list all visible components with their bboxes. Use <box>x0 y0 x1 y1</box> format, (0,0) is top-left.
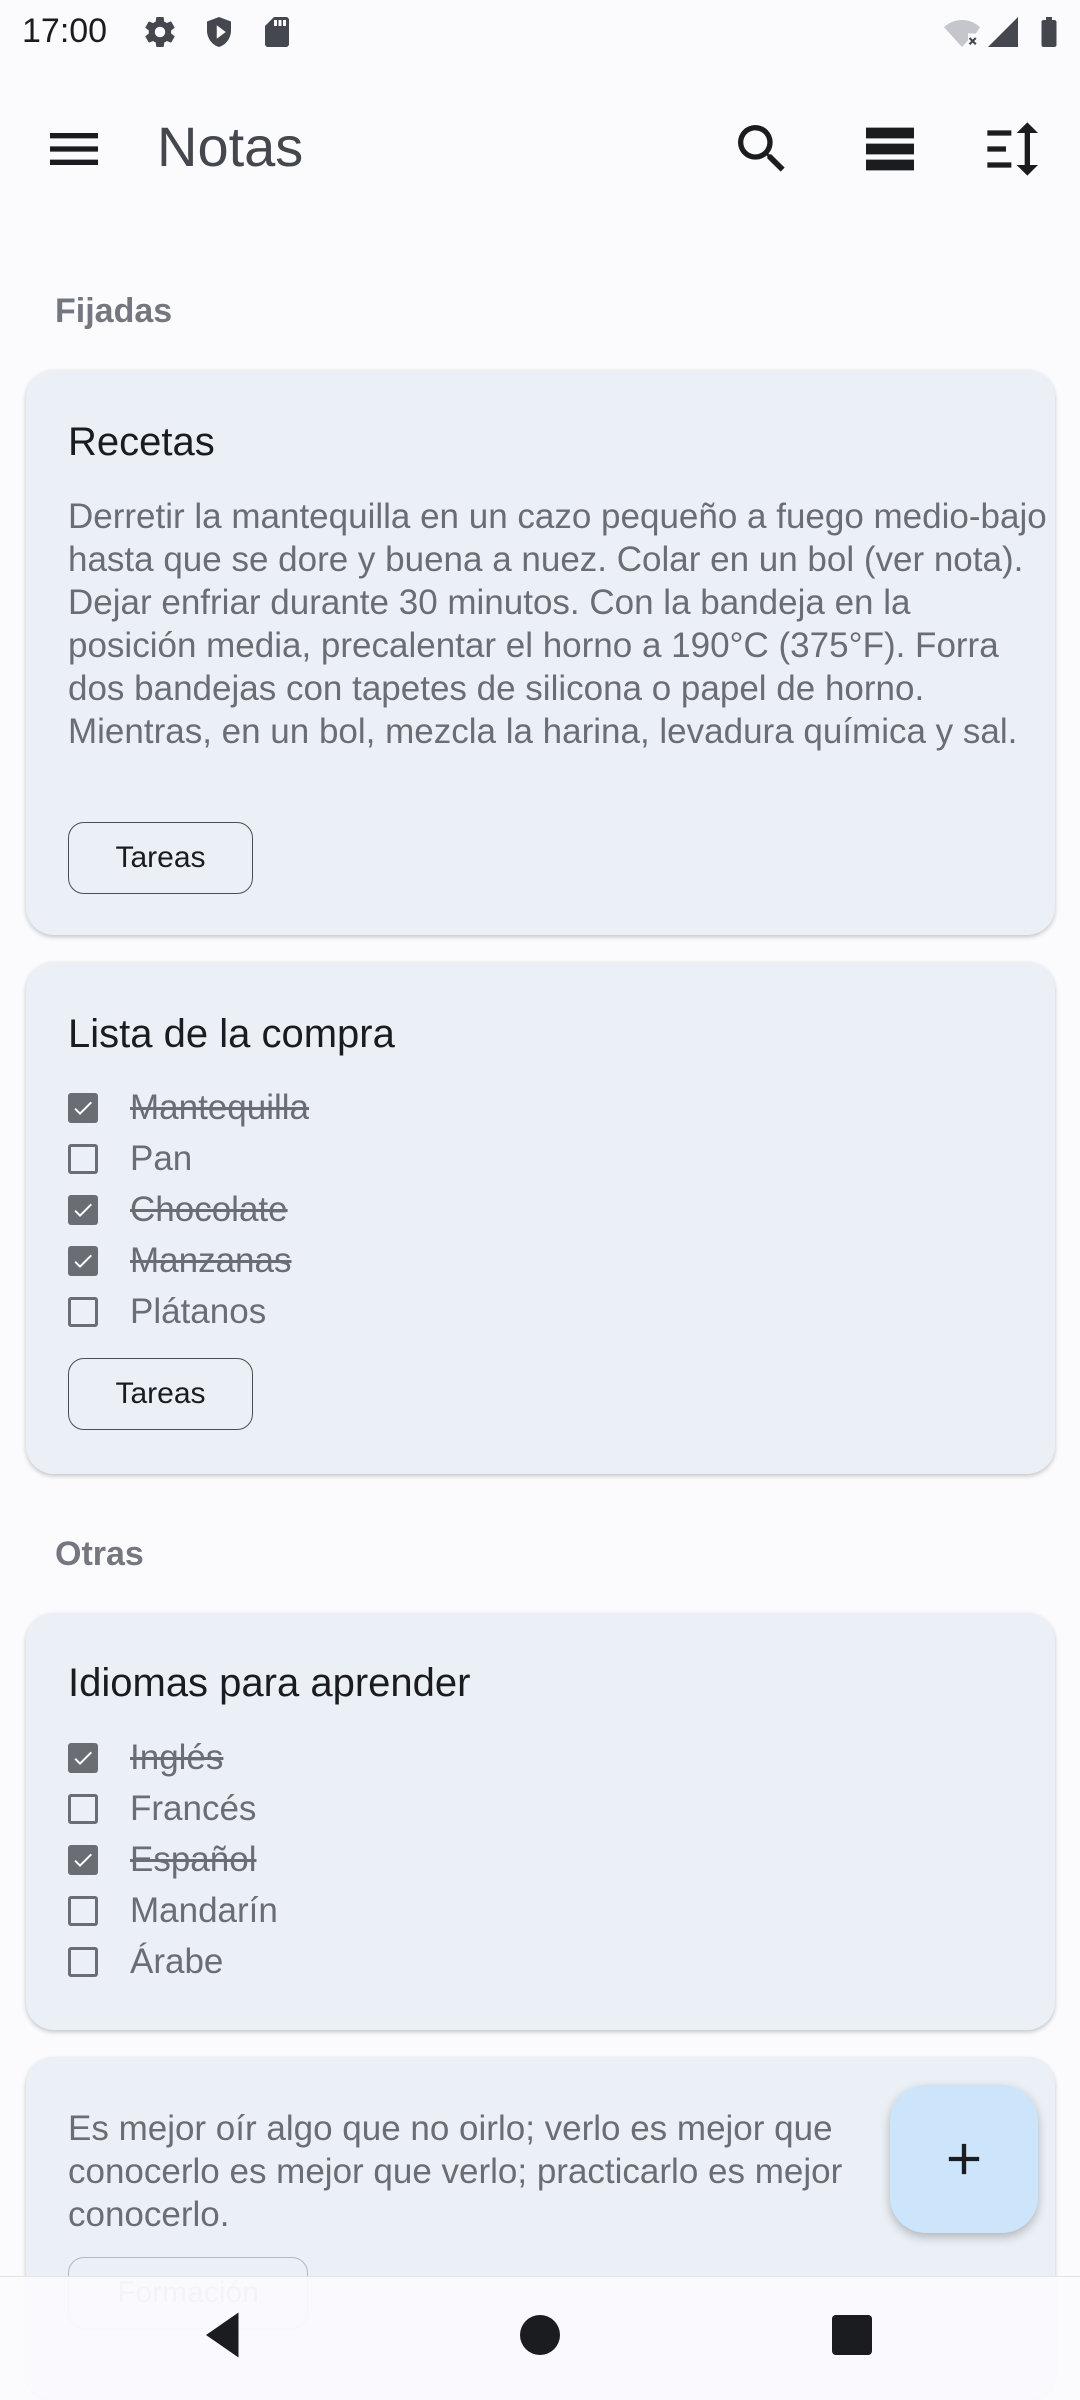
checklist-item[interactable]: Manzanas <box>68 1236 291 1286</box>
signal-icon <box>985 14 1021 50</box>
note-body: Derretir la mantequilla en un cazo peque… <box>68 497 1047 751</box>
sort-icon[interactable] <box>982 117 1046 181</box>
checklist-item-text: Español <box>130 1840 257 1879</box>
checkbox-unchecked-icon[interactable] <box>68 1297 98 1327</box>
note-title: Recetas <box>68 420 215 464</box>
app-bar: Notas <box>0 90 1080 208</box>
checklist-item[interactable]: Mantequilla <box>68 1083 309 1133</box>
sd-card-icon <box>259 14 295 50</box>
section-label-pinned: Fijadas <box>55 292 173 330</box>
battery-icon <box>1031 14 1067 50</box>
view-list-icon[interactable] <box>858 117 922 181</box>
note-label-chip[interactable]: Tareas <box>68 1358 253 1430</box>
back-icon[interactable] <box>196 2305 256 2365</box>
menu-icon[interactable] <box>42 117 106 181</box>
recents-icon[interactable] <box>822 2305 882 2365</box>
home-icon[interactable] <box>510 2305 570 2365</box>
page-title: Notas <box>157 115 304 178</box>
checkbox-checked-icon[interactable] <box>68 1246 98 1276</box>
note-card-recipes[interactable]: Recetas Derretir la mantequilla en un ca… <box>26 370 1055 935</box>
checklist-item-text: Pan <box>130 1139 193 1178</box>
checklist-item[interactable]: Árabe <box>68 1937 223 1987</box>
checklist-item-text: Mantequilla <box>130 1088 309 1127</box>
search-icon[interactable] <box>730 117 794 181</box>
checkbox-checked-icon[interactable] <box>68 1845 98 1875</box>
settings-icon <box>142 14 178 50</box>
checklist-item-text: Francés <box>130 1789 257 1828</box>
checklist-item[interactable]: Inglés <box>68 1733 223 1783</box>
checklist-item-text: Mandarín <box>130 1891 278 1930</box>
checkbox-checked-icon[interactable] <box>68 1743 98 1773</box>
status-time: 17:00 <box>22 12 108 50</box>
checkbox-unchecked-icon[interactable] <box>68 1794 98 1824</box>
checklist-item-text: Inglés <box>130 1738 224 1777</box>
checklist-item[interactable]: Español <box>68 1835 256 1885</box>
status-bar: 17:00 <box>0 0 1080 64</box>
checklist-item[interactable]: Francés <box>68 1784 256 1834</box>
note-card-languages[interactable]: Idiomas para aprender Inglés Francés Esp… <box>26 1613 1055 2030</box>
add-note-button[interactable] <box>890 2085 1038 2233</box>
checkbox-checked-icon[interactable] <box>68 1093 98 1123</box>
checklist-item[interactable]: Chocolate <box>68 1185 288 1235</box>
checklist-item-text: Manzanas <box>130 1241 292 1280</box>
checklist-item[interactable]: Pan <box>68 1134 192 1184</box>
checkbox-unchecked-icon[interactable] <box>68 1947 98 1977</box>
checkbox-unchecked-icon[interactable] <box>68 1144 98 1174</box>
checkbox-unchecked-icon[interactable] <box>68 1896 98 1926</box>
note-body: Es mejor oír algo que no oirlo; verlo es… <box>68 2109 843 2234</box>
checklist-item-text: Plátanos <box>130 1292 267 1331</box>
note-title: Lista de la compra <box>68 1012 395 1056</box>
checklist-item-text: Árabe <box>130 1942 224 1981</box>
checklist-item[interactable]: Plátanos <box>68 1287 266 1337</box>
note-card-shopping-list[interactable]: Lista de la compra Mantequilla Pan Choco… <box>26 962 1055 1474</box>
shield-icon <box>201 14 237 50</box>
checklist-item-text: Chocolate <box>130 1190 288 1229</box>
system-nav-bar <box>0 2276 1080 2400</box>
note-title: Idiomas para aprender <box>68 1661 471 1705</box>
checklist-item[interactable]: Mandarín <box>68 1886 278 1936</box>
wifi-off-icon <box>944 14 980 50</box>
note-label-chip[interactable]: Tareas <box>68 822 253 894</box>
section-label-others: Otras <box>55 1535 144 1573</box>
plus-icon <box>948 2143 980 2175</box>
checkbox-checked-icon[interactable] <box>68 1195 98 1225</box>
